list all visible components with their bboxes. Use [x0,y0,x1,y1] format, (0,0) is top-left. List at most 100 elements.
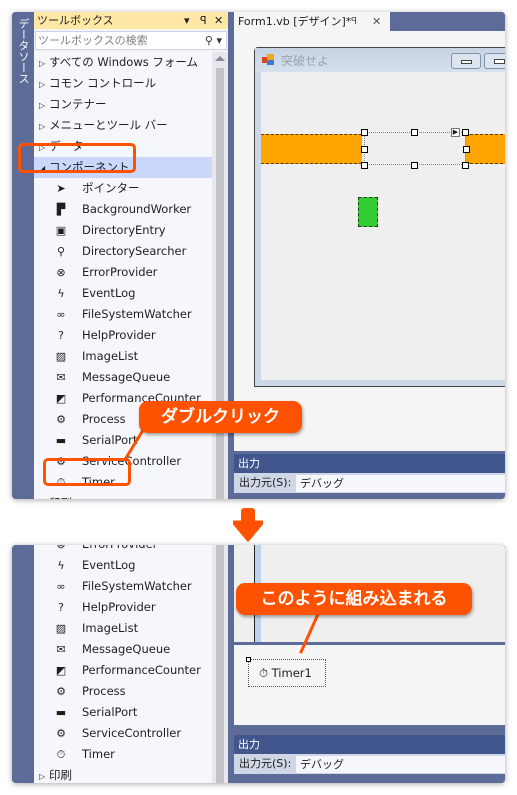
item-label: FileSystemWatcher [82,579,192,593]
resize-handle[interactable] [361,146,368,153]
toolbox-item-directoryentry[interactable]: ▣ DirectoryEntry [34,220,212,241]
image-list-icon: ▨ [55,350,67,363]
form1-window[interactable]: 突破せよ ▶ [254,47,505,387]
toolbox-item-eventlog[interactable]: ϟ EventLog [34,283,212,304]
toolbox-item-helpprovider[interactable]: ? HelpProvider [34,325,212,346]
toolbox-item-imagelist[interactable]: ▨ ImageList [34,618,212,639]
pin-icon[interactable]: ꟼ [351,12,357,31]
category-printing[interactable]: ▷印刷 [34,493,212,499]
event-log-icon: ϟ [57,287,65,300]
toolbox-item-messagequeue[interactable]: ✉ MessageQueue [34,639,212,660]
output-title: 出力 [234,735,505,754]
smart-tag-icon[interactable]: ▶ [451,128,460,137]
category-label: コモン コントロール [49,76,157,90]
green-control[interactable] [358,197,378,227]
category-menus-toolbars[interactable]: ▷ メニューとツール バー [34,115,212,136]
toolbox-item-serialport[interactable]: ▬ SerialPort [34,702,212,723]
output-window: 出力 出力元(S): デバッグ [234,734,505,783]
item-label: DirectoryEntry [82,223,166,237]
resize-handle[interactable] [411,162,418,169]
output-title: 出力 [234,454,505,473]
scrollbar-thumb[interactable] [216,545,224,783]
pin-icon[interactable]: ꟼ [200,12,207,29]
toolbox-item-imagelist[interactable]: ▨ ImageList [34,346,212,367]
toolbox-item-performancecounter[interactable]: ◩ PerformanceCounter [34,660,212,681]
help-provider-icon: ? [58,601,64,614]
embedded-callout: このように組み込まれる [236,583,472,615]
orange-panel-right[interactable] [465,134,505,164]
category-common-controls[interactable]: ▷ コモン コントロール [34,73,212,94]
item-label: HelpProvider [82,600,156,614]
toolbox-item-eventlog[interactable]: ϟ EventLog [34,555,212,576]
image-list-icon: ▨ [55,622,67,635]
output-source-select[interactable]: デバッグ [296,756,505,773]
category-label: 印刷 [49,496,72,499]
data-sources-side-tab[interactable]: データソース [12,12,32,499]
expand-icon: ▷ [39,122,46,131]
service-controller-icon: ⚙ [56,727,66,740]
scrollbar-thumb[interactable] [216,68,224,499]
tray-component-timer1[interactable]: ⏱ Timer1 [246,657,326,687]
toolbox-item-backgroundworker[interactable]: ▛ BackgroundWorker [34,199,212,220]
category-all-windows-forms[interactable]: ▷ すべての Windows フォーム [34,52,212,73]
toolbox-item-timer[interactable]: ⏱ Timer [34,744,212,765]
message-queue-icon: ✉ [56,643,66,656]
toolbox-item-servicecontroller[interactable]: ⚙ ServiceController [34,723,212,744]
document-tab-bar: Form1.vb [デザイン]* ꟼ ✕ [230,12,505,31]
toolbox-list: ⊗ ErrorProvider ϟ EventLog ∞ FileSystemWatc… [34,545,212,783]
resize-handle[interactable] [462,162,469,169]
item-label: HelpProvider [82,328,156,342]
category-printing[interactable]: ▷印刷 [34,765,212,783]
orange-panel-left[interactable] [261,134,362,164]
resize-handle[interactable] [463,146,470,153]
editor-area: ⏱ Timer1 出力 出力元(S): デバッグ [230,545,505,783]
scroll-up-icon[interactable] [215,56,225,61]
component-tray: ⏱ Timer1 [234,645,505,725]
form-designer-surface: 突破せよ ▶ [234,31,505,451]
toolbox-window: ⊗ ErrorProvider ϟ EventLog ∞ FileSystemWatc… [34,545,228,783]
tab-form1-design[interactable]: Form1.vb [デザイン]* ꟼ ✕ [234,12,390,31]
data-sources-side-tab[interactable] [12,545,32,783]
toolbox-item-pointer[interactable]: ➤ ポインター [34,178,212,199]
item-label: MessageQueue [82,370,171,384]
toolbox-item-filesystemwatcher[interactable]: ∞ FileSystemWatcher [34,576,212,597]
toolbox-item-filesystemwatcher[interactable]: ∞ FileSystemWatcher [34,304,212,325]
dropdown-icon[interactable]: ▾ [184,12,190,29]
toolbox-item-errorprovider[interactable]: ⊗ ErrorProvider [34,545,212,555]
toolbox-search-input[interactable]: ツールボックスの検索 ⚲ ▾ [35,31,227,50]
item-label: ImageList [82,621,139,635]
form-client-area: ▶ [261,72,505,380]
file-system-watcher-icon: ∞ [56,580,66,593]
file-system-watcher-icon: ∞ [56,308,66,321]
search-icon[interactable]: ⚲ ▾ [205,32,222,49]
minimize-button[interactable] [451,53,481,69]
item-label: DirectorySearcher [82,244,187,258]
tray-component-label: Timer1 [271,666,312,680]
resize-handle[interactable] [361,129,368,136]
item-label: EventLog [82,558,136,572]
toolbox-item-directorysearcher[interactable]: ⚲ DirectorySearcher [34,241,212,262]
item-label: ErrorProvider [82,545,157,555]
item-label: Timer [82,747,115,761]
close-icon[interactable]: ✕ [372,12,381,31]
serial-port-icon: ▬ [55,706,67,719]
directory-searcher-icon: ⚲ [56,245,66,258]
close-icon[interactable]: ✕ [214,12,223,29]
category-containers[interactable]: ▷ コンテナー [34,94,212,115]
resize-handle[interactable] [411,129,418,136]
toolbox-title-bar: ツールボックス ▾ ꟼ ✕ [34,12,228,29]
toolbox-item-errorprovider[interactable]: ⊗ ErrorProvider [34,262,212,283]
toolbox-scrollbar[interactable] [212,545,228,783]
category-label: すべての Windows フォーム [49,55,199,69]
event-log-icon: ϟ [57,559,65,572]
resize-handle[interactable] [462,129,469,136]
maximize-button[interactable] [484,53,505,69]
output-source-select[interactable]: デバッグ [296,475,505,492]
timer-highlight [43,458,131,486]
toolbox-item-process[interactable]: ⚙ Process [34,681,212,702]
expand-icon: ▷ [39,772,46,781]
toolbox-item-messagequeue[interactable]: ✉ MessageQueue [34,367,212,388]
toolbox-item-helpprovider[interactable]: ? HelpProvider [34,597,212,618]
resize-handle[interactable] [361,162,368,169]
performance-counter-icon: ◩ [55,664,67,677]
